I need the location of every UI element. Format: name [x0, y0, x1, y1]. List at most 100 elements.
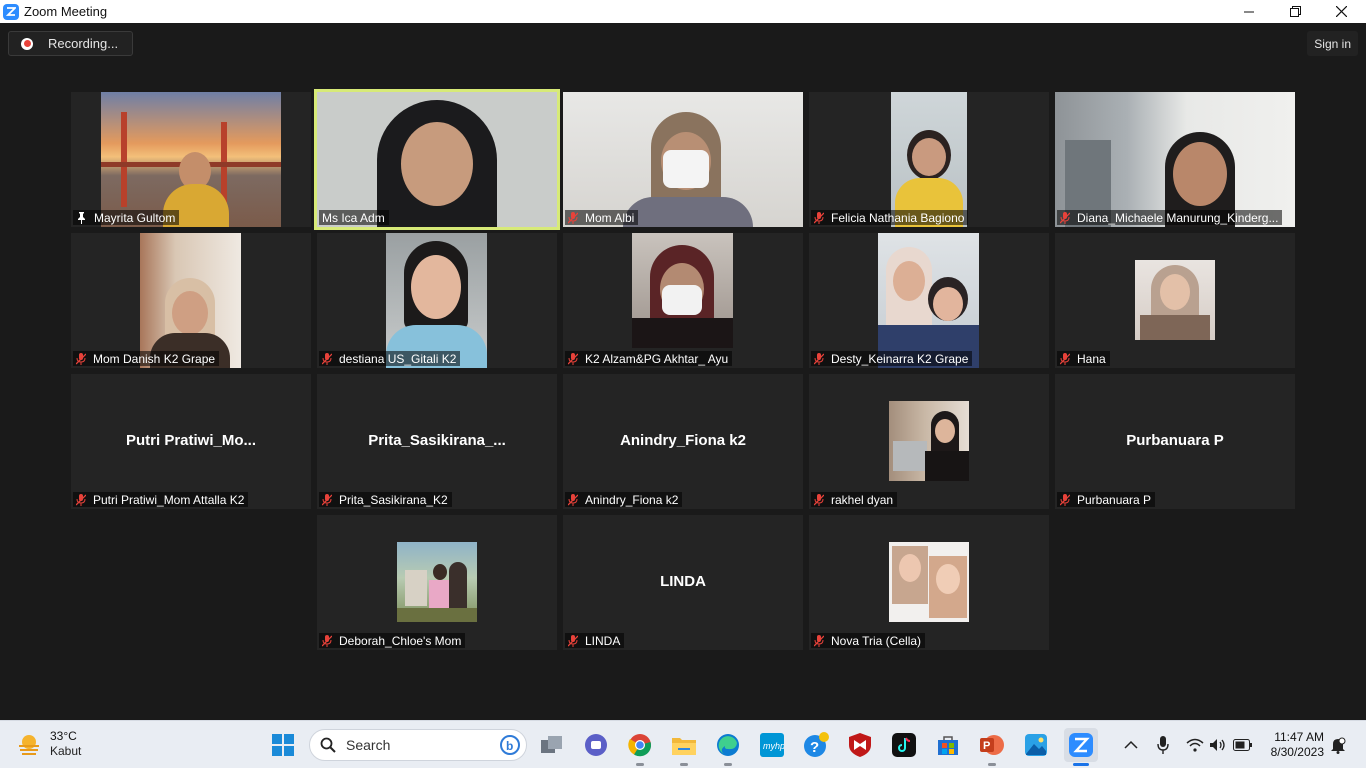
running-indicator	[988, 763, 996, 766]
running-indicator	[724, 763, 732, 766]
powerpoint-icon: P	[980, 735, 1004, 755]
tiktok-button[interactable]	[889, 730, 919, 760]
zoom-logo-icon	[3, 3, 19, 20]
recording-indicator[interactable]: Recording...	[8, 31, 133, 56]
wifi-icon	[1186, 738, 1204, 752]
taskbar-clock[interactable]: 11:47 AM 8/30/2023	[1271, 730, 1324, 760]
weather-condition: Kabut	[50, 744, 82, 758]
participant-tile-ms-ica-adm[interactable]: Ms Ica Adm	[314, 89, 560, 230]
participant-tile-purbanuara[interactable]: Purbanuara P Purbanuara P	[1055, 374, 1295, 509]
participant-name-tag: Diana_Michaele Manurung_Kinderg...	[1057, 210, 1283, 225]
sign-in-button[interactable]: Sign in	[1307, 31, 1358, 56]
windows-start-icon	[272, 734, 294, 756]
video-feed	[632, 233, 733, 348]
mic-muted-icon	[568, 634, 578, 647]
zoom-taskbar-button[interactable]	[1064, 728, 1098, 766]
svg-text:?: ?	[810, 739, 819, 756]
participant-tile-putri-pratiwi[interactable]: Putri Pratiwi_Mo... Putri Pratiwi_Mom At…	[71, 374, 311, 509]
participant-name-tag: Nova Tria (Cella)	[811, 633, 926, 648]
weather-widget[interactable]: 33°C Kabut	[16, 729, 81, 759]
file-explorer-button[interactable]	[669, 730, 699, 766]
microphone-tray-button[interactable]	[1148, 730, 1178, 760]
participant-tile-linda[interactable]: LINDA LINDA	[563, 515, 803, 650]
mic-muted-icon	[568, 352, 578, 365]
participant-tile-rakhel-dyan[interactable]: rakhel dyan	[809, 374, 1049, 509]
tiktok-icon	[892, 733, 916, 757]
video-feed	[891, 92, 967, 227]
task-view-button[interactable]	[537, 730, 567, 760]
mic-muted-icon	[322, 634, 332, 647]
participant-name-tag: Mom Albi	[565, 210, 639, 225]
meeting-top-bar: Recording... Sign in	[0, 23, 1366, 63]
start-button[interactable]	[268, 730, 298, 760]
participant-name-tag: Felicia Nathania Bagiono	[811, 210, 969, 225]
participant-name-tag: Mayrita Gultom	[73, 210, 180, 225]
battery-icon	[1233, 739, 1252, 751]
participant-name: Nova Tria (Cella)	[831, 633, 922, 648]
mic-muted-icon	[1060, 493, 1070, 506]
participant-tile-felicia-nathania-bagiono[interactable]: Felicia Nathania Bagiono	[809, 92, 1049, 227]
photos-button[interactable]	[1021, 730, 1051, 760]
mcafee-icon	[849, 733, 871, 757]
maximize-button[interactable]	[1272, 0, 1318, 23]
mic-muted-icon	[76, 352, 86, 365]
participant-tile-mom-albi[interactable]: Mom Albi	[563, 92, 803, 227]
minimize-button[interactable]	[1226, 0, 1272, 23]
myhp-icon: myhp	[760, 733, 784, 757]
participant-name: Putri Pratiwi_Mom Attalla K2	[93, 492, 245, 507]
mcafee-button[interactable]	[845, 730, 875, 760]
video-feed	[317, 92, 557, 227]
clock-date: 8/30/2023	[1270, 745, 1324, 759]
participant-tile-anindry-fiona[interactable]: Anindry_Fiona k2 Anindry_Fiona k2	[563, 374, 803, 509]
powerpoint-button[interactable]: P	[977, 730, 1007, 766]
get-help-icon: ?	[804, 732, 829, 757]
participant-tile-desty-keinarra[interactable]: Desty_Keinarra K2 Grape	[809, 233, 1049, 368]
mic-muted-icon	[322, 352, 332, 365]
participant-tile-destiana[interactable]: destiana US_Gitali K2	[317, 233, 557, 368]
video-feed	[101, 92, 281, 227]
search-icon	[320, 737, 336, 753]
mic-muted-icon	[814, 352, 824, 365]
participant-tile-mayrita-gultom[interactable]: Mayrita Gultom	[71, 92, 311, 227]
participant-display-name: Putri Pratiwi_Mo...	[125, 432, 257, 449]
participant-tile-k2-alzam[interactable]: K2 Alzam&PG Akhtar_ Ayu	[563, 233, 803, 368]
taskbar-search-box[interactable]: Search b	[309, 729, 527, 761]
edge-button[interactable]	[713, 730, 743, 766]
participant-name: Diana_Michaele Manurung_Kinderg...	[1077, 210, 1279, 225]
participant-tile-mom-danish[interactable]: Mom Danish K2 Grape	[71, 233, 311, 368]
photos-icon	[1025, 734, 1047, 756]
participant-display-name: Purbanuara P	[1126, 432, 1224, 449]
participant-tile-hana[interactable]: Hana	[1055, 233, 1295, 368]
participant-name-tag: Mom Danish K2 Grape	[73, 351, 220, 366]
edge-icon	[717, 734, 739, 756]
video-feed	[140, 233, 241, 368]
notification-bell-icon	[1331, 737, 1346, 754]
participant-name: Hana	[1077, 351, 1106, 366]
weather-temperature: 33°C	[50, 729, 77, 743]
show-hidden-icons-button[interactable]	[1116, 730, 1146, 760]
mic-muted-icon	[814, 211, 824, 224]
participant-tile-deborah[interactable]: Deborah_Chloe's Mom	[317, 515, 557, 650]
chrome-button[interactable]	[625, 730, 655, 766]
participant-name-tag: Hana	[1057, 351, 1110, 366]
svg-text:b: b	[506, 739, 513, 753]
store-button[interactable]	[933, 730, 963, 760]
myhp-button[interactable]: myhp	[757, 730, 787, 760]
zoom-icon	[1069, 733, 1093, 757]
participant-name: Anindry_Fiona k2	[585, 492, 679, 507]
window-title-bar: Zoom Meeting	[0, 0, 1366, 23]
participant-tile-prita-sasikirana[interactable]: Prita_Sasikirana_... Prita_Sasikirana_K2	[317, 374, 557, 509]
notifications-button[interactable]	[1328, 730, 1348, 760]
mic-muted-icon	[814, 634, 824, 647]
get-help-button[interactable]: ?	[801, 730, 831, 760]
participant-name-tag: Prita_Sasikirana_K2	[319, 492, 452, 507]
participant-tile-diana-michaele[interactable]: Diana_Michaele Manurung_Kinderg...	[1055, 92, 1295, 227]
close-button[interactable]	[1318, 0, 1364, 23]
teams-chat-button[interactable]	[581, 730, 611, 760]
window-title: Zoom Meeting	[24, 4, 108, 19]
participant-name: Deborah_Chloe's Mom	[339, 633, 462, 648]
participant-tile-nova-tria[interactable]: Nova Tria (Cella)	[809, 515, 1049, 650]
store-icon	[938, 736, 958, 755]
participant-name-tag: Desty_Keinarra K2 Grape	[811, 351, 973, 366]
battery-tray-button[interactable]	[1228, 730, 1258, 760]
